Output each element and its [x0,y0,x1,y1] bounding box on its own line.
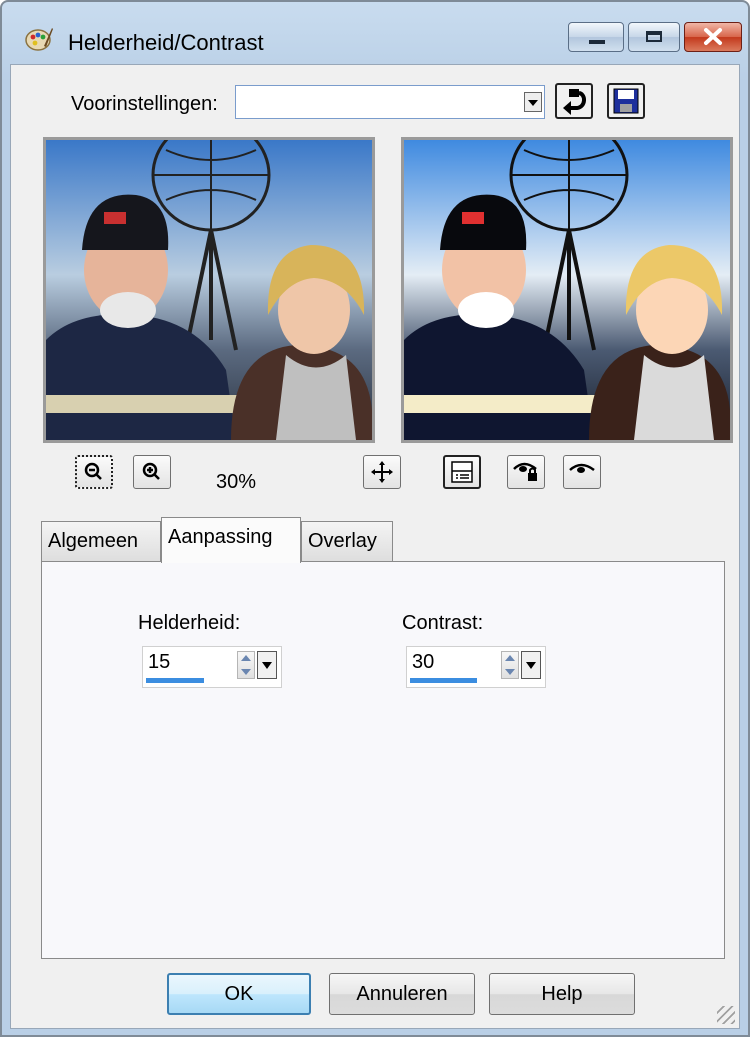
zoom-out-icon [84,462,102,480]
presets-combobox[interactable] [235,85,545,119]
contrast-value[interactable]: 30 [412,651,434,674]
tab-overlay[interactable]: Overlay [301,521,393,561]
preview-photo-adjusted [404,140,730,440]
original-preview[interactable] [43,137,375,443]
zoom-level: 30% [216,471,257,493]
zoom-in-button[interactable] [133,455,171,489]
ok-button[interactable]: OK [167,973,311,1015]
brightness-dropdown-icon[interactable] [257,651,277,679]
brightness-spin-arrows-icon[interactable] [237,651,255,679]
help-button[interactable]: Help [489,973,635,1015]
zoom-in-icon [142,462,160,480]
reset-presets-button[interactable] [555,83,593,119]
pan-button[interactable] [363,455,401,489]
preview-photo [46,140,372,440]
adjusted-preview[interactable] [401,137,733,443]
brightness-value[interactable]: 15 [148,651,170,674]
contrast-level-bar [410,678,477,683]
presets-label: Voorinstellingen: [71,93,218,115]
maximize-icon [646,31,662,42]
dialog-window: Helderheid/Contrast Voorinstellingen: 30… [0,0,750,1037]
eye-icon [569,463,595,473]
window-title: Helderheid/Contrast [68,30,264,55]
move-arrows-icon [371,461,393,483]
show-previews-button[interactable] [443,455,481,489]
contrast-label: Contrast: [402,612,484,634]
contrast-dropdown-icon[interactable] [521,651,541,679]
save-disk-icon [613,88,639,114]
minimize-button[interactable] [568,22,624,52]
tab-algemeen[interactable]: Algemeen [41,521,161,561]
chevron-down-icon[interactable] [524,92,542,112]
minimize-icon [589,40,605,44]
tab-label: Overlay [308,530,377,552]
dialog-client-area: Voorinstellingen: 30% Algemeen Aanpassin… [10,64,740,1029]
resize-grip-icon[interactable] [717,1006,735,1024]
brightness-spinbox[interactable]: 15 [142,646,282,688]
brightness-label: Helderheid: [138,612,241,634]
contrast-spinbox[interactable]: 30 [406,646,546,688]
close-icon [704,28,722,45]
brightness-level-bar [146,678,204,683]
save-presets-button[interactable] [607,83,645,119]
proof-button[interactable] [563,455,601,489]
maximize-button[interactable] [628,22,680,52]
contrast-spin-arrows-icon[interactable] [501,651,519,679]
reset-arrow-icon [563,89,586,115]
proof-lock-button[interactable] [507,455,545,489]
title-bar[interactable]: Helderheid/Contrast [2,2,748,68]
tab-aanpassing[interactable]: Aanpassing [161,517,301,563]
tab-label: Algemeen [48,530,139,552]
tab-label: Aanpassing [168,526,273,548]
split-view-icon [451,461,473,483]
zoom-out-button[interactable] [75,455,113,489]
palette-icon [25,28,53,51]
tab-panel-aanpassing: Helderheid: 15 Contrast: 30 [41,561,725,959]
cancel-button[interactable]: Annuleren [329,973,475,1015]
close-button[interactable] [684,22,742,52]
eye-lock-icon [513,462,537,481]
